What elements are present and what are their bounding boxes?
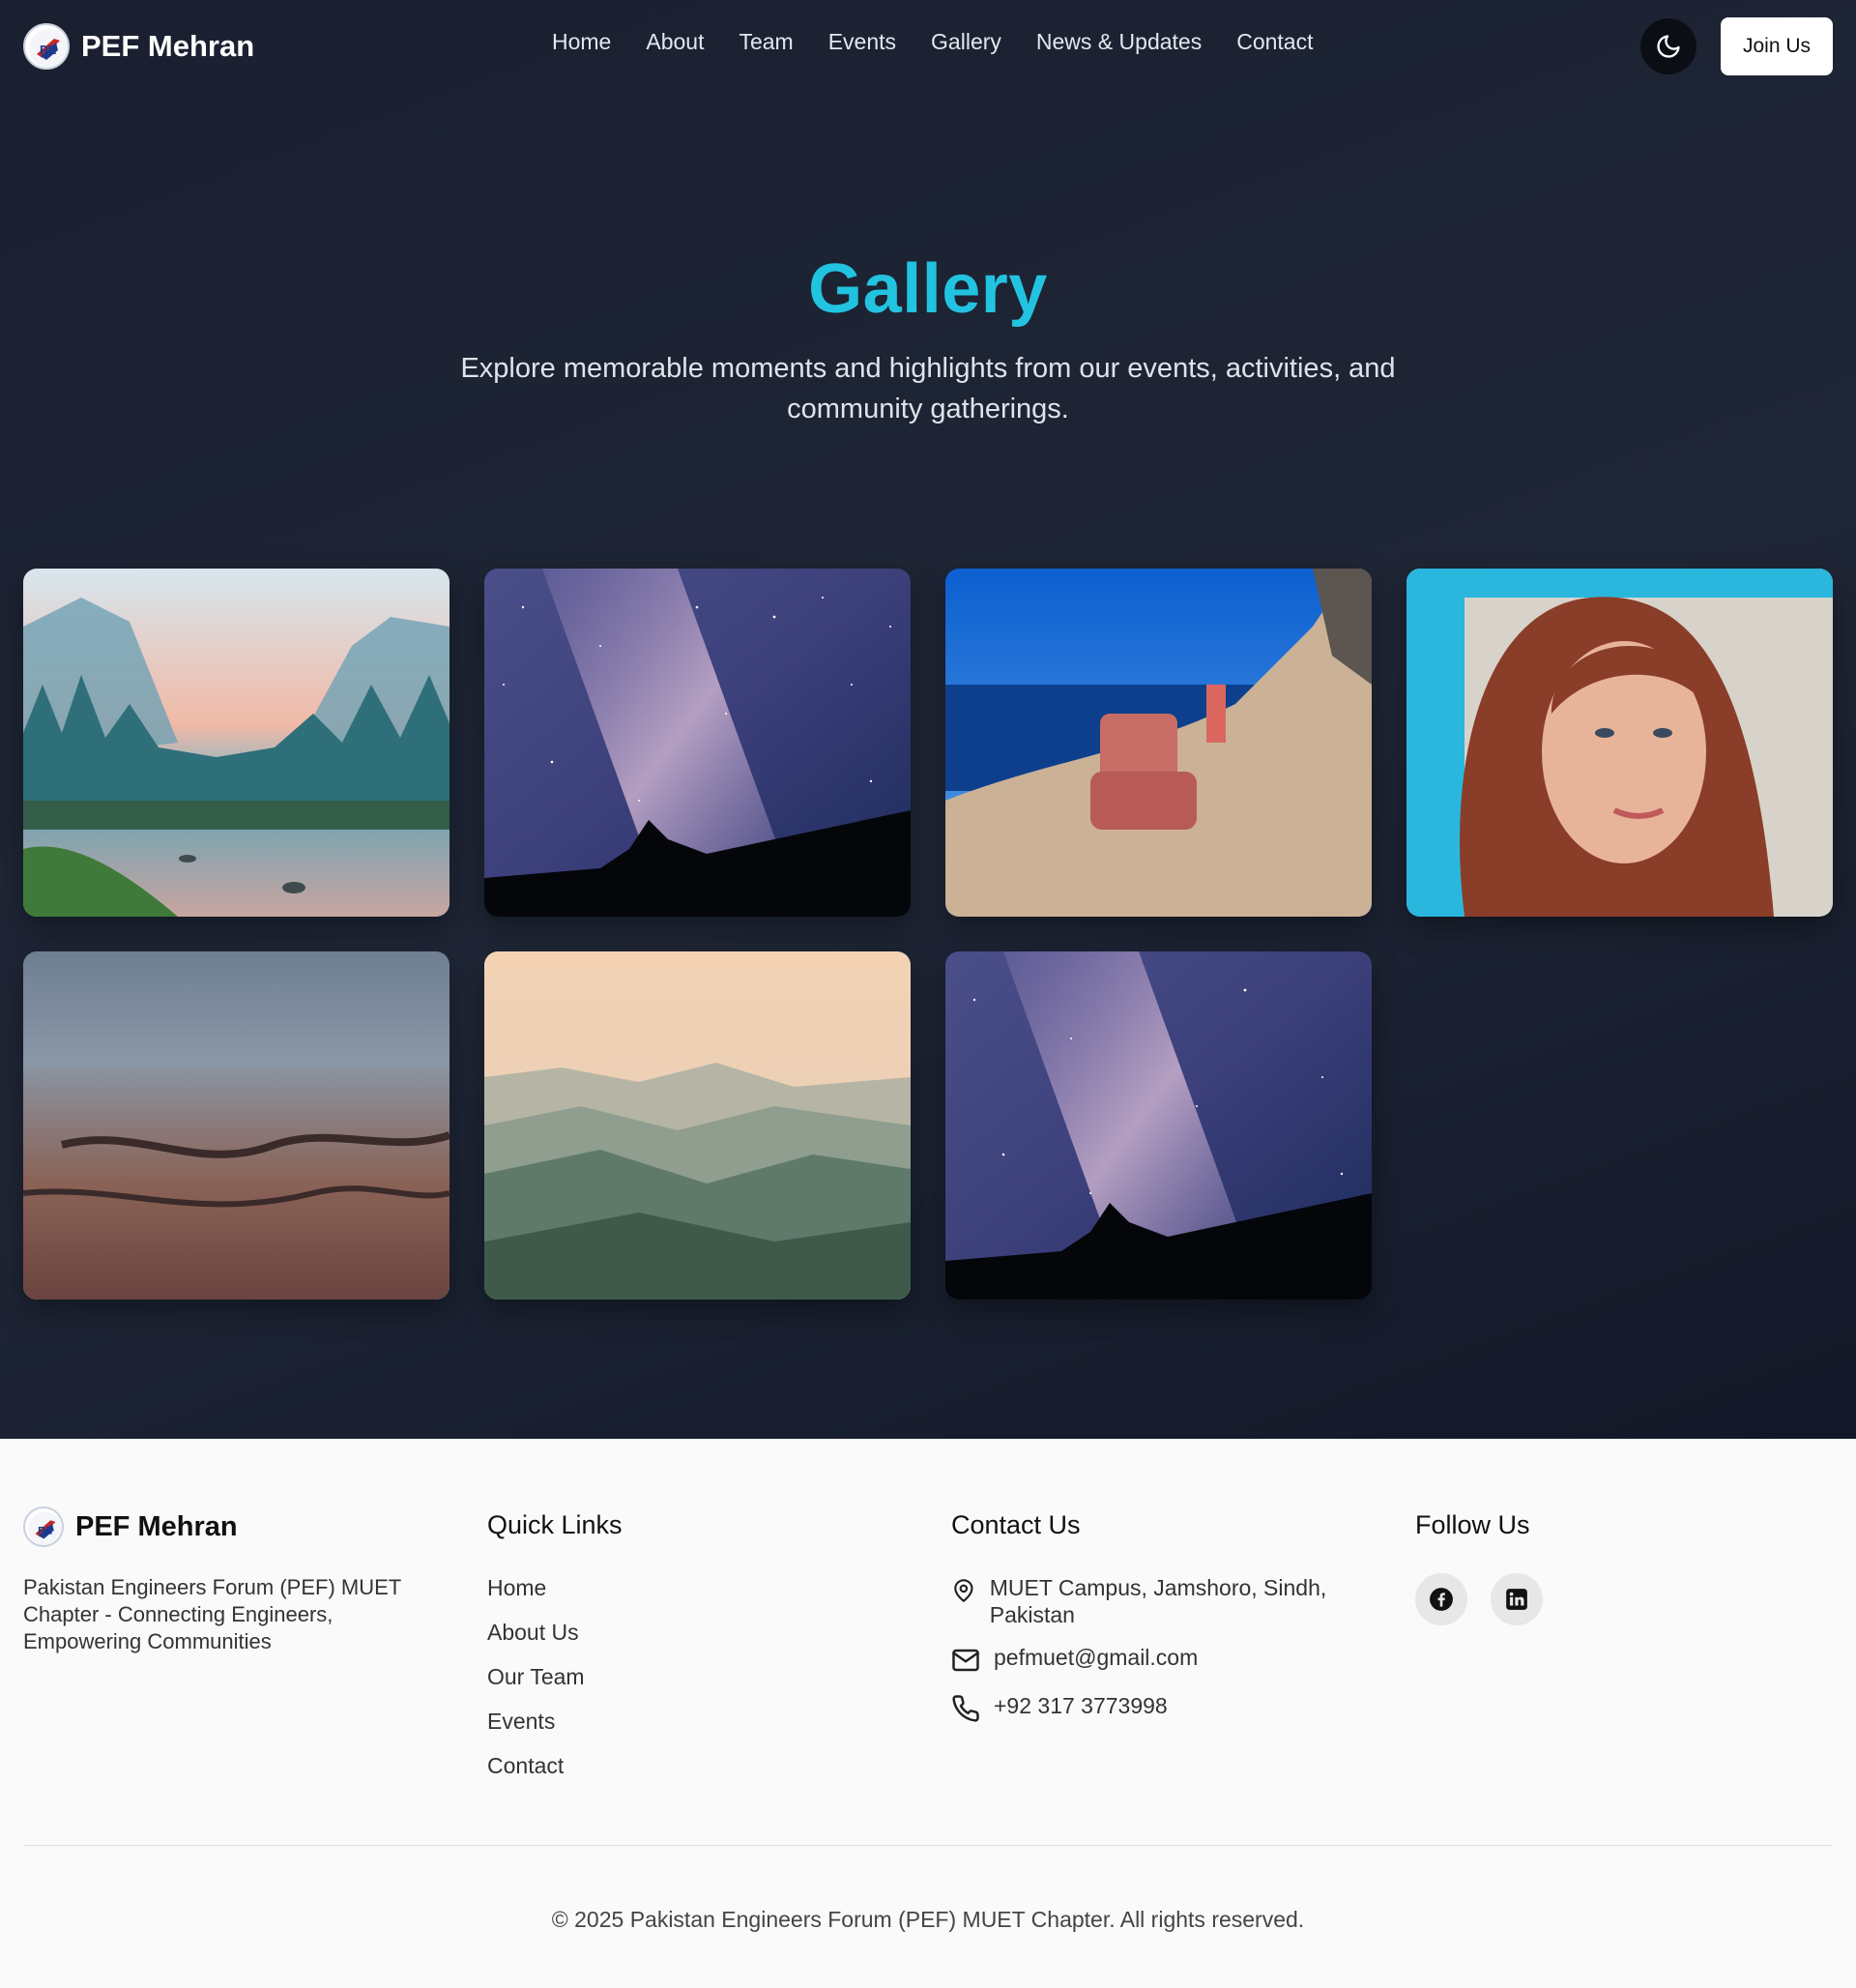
facebook-button[interactable] — [1415, 1573, 1467, 1625]
svg-text:PE: PE — [38, 1525, 53, 1536]
theme-toggle-button[interactable] — [1640, 18, 1696, 74]
gallery-image-canyon[interactable] — [23, 951, 450, 1300]
contact-phone[interactable]: +92 317 3773998 — [951, 1692, 1168, 1723]
gallery-image-milky-way-2[interactable] — [945, 951, 1372, 1300]
nav-news-updates[interactable]: News & Updates — [1036, 29, 1202, 55]
email-text: pefmuet@gmail.com — [994, 1645, 1199, 1670]
nav-events[interactable]: Events — [828, 29, 896, 55]
moon-icon — [1657, 35, 1680, 58]
facebook-icon — [1430, 1588, 1453, 1611]
svg-text:PE: PE — [40, 43, 57, 57]
nav-about[interactable]: About — [646, 29, 704, 55]
contact-email[interactable]: pefmuet@gmail.com — [951, 1644, 1198, 1675]
footer-brand[interactable]: PE PEF Mehran — [23, 1506, 238, 1547]
gallery-image-valley[interactable] — [23, 569, 450, 917]
nav-gallery[interactable]: Gallery — [931, 29, 1001, 55]
quick-links-list: Home About Us Our Team Events Contact — [487, 1574, 585, 1797]
brand-name: PEF Mehran — [81, 29, 255, 63]
linkedin-icon — [1506, 1589, 1527, 1610]
follow-us-title: Follow Us — [1415, 1510, 1530, 1539]
footer-link-about-us[interactable]: About Us — [487, 1619, 585, 1663]
gallery-image-portrait[interactable] — [1406, 569, 1833, 917]
mail-icon — [952, 1649, 979, 1672]
pef-logo: PE — [23, 23, 70, 70]
footer-link-our-team[interactable]: Our Team — [487, 1663, 585, 1708]
phone-icon — [952, 1695, 979, 1722]
gallery-image-milky-way[interactable] — [484, 569, 911, 917]
footer-link-home[interactable]: Home — [487, 1574, 585, 1619]
footer-link-events[interactable]: Events — [487, 1708, 585, 1752]
nav-team[interactable]: Team — [739, 29, 793, 55]
footer-brand-name: PEF Mehran — [75, 1510, 238, 1542]
copyright-text: © 2025 Pakistan Engineers Forum (PEF) MU… — [551, 1907, 1305, 1932]
page-title: Gallery — [808, 250, 1048, 328]
page-subtitle: Explore memorable moments and highlights… — [460, 353, 1396, 424]
contact-address: MUET Campus, Jamshoro, Sindh, Pakistan — [951, 1574, 1357, 1628]
nav-home[interactable]: Home — [552, 29, 611, 55]
brand[interactable]: PE PEF Mehran — [23, 23, 254, 70]
main-menu: Home About Team Events Gallery News & Up… — [552, 29, 1313, 55]
gallery-image-misty-mountains[interactable] — [484, 951, 911, 1300]
footer-description: Pakistan Engineers Forum (PEF) MUET Chap… — [23, 1575, 401, 1653]
pef-logo: PE — [23, 1506, 64, 1547]
map-pin-icon — [954, 1579, 973, 1602]
contact-title: Contact Us — [951, 1510, 1081, 1539]
nav-contact[interactable]: Contact — [1236, 29, 1313, 55]
quick-links-title: Quick Links — [487, 1510, 623, 1539]
phone-text: +92 317 3773998 — [994, 1693, 1168, 1718]
footer-link-contact[interactable]: Contact — [487, 1752, 585, 1797]
hero-section: PE PEF Mehran Home About Team Events Gal… — [0, 0, 1856, 1439]
linkedin-button[interactable] — [1491, 1573, 1543, 1625]
gallery-image-armchair-cliff[interactable] — [945, 569, 1372, 917]
join-us-button[interactable]: Join Us — [1721, 17, 1833, 75]
top-navbar: PE PEF Mehran Home About Team Events Gal… — [0, 0, 1856, 95]
footer-divider — [23, 1845, 1833, 1846]
address-text: MUET Campus, Jamshoro, Sindh, Pakistan — [989, 1575, 1327, 1627]
footer: PE PEF Mehran Pakistan Engineers Forum (… — [0, 1439, 1856, 1988]
